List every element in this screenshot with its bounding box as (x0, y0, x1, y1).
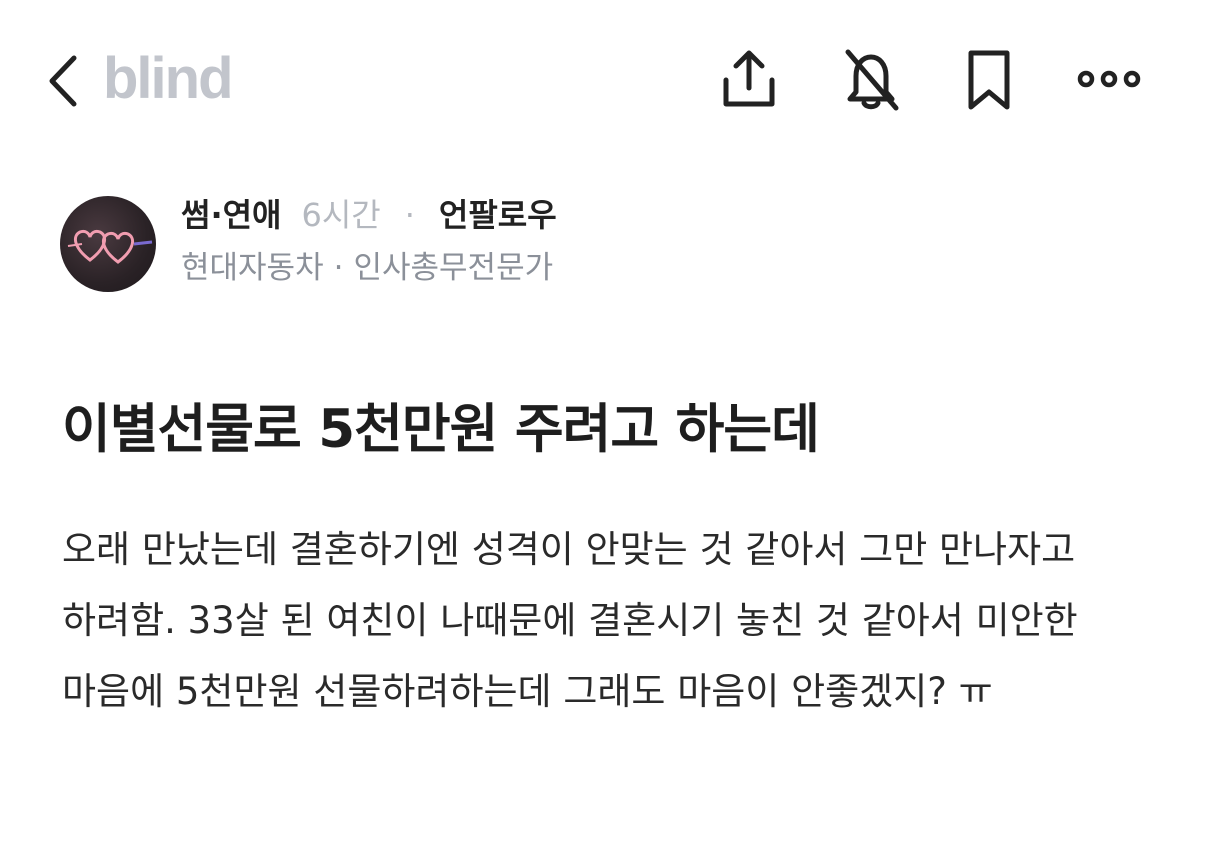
post-body: 오래 만났는데 결혼하기엔 성격이 안맞는 것 같아서 그만 만나자고 하려함.… (62, 528, 1078, 713)
post-meta-line: 썸·연애 6시간 · 언팔로우 (181, 190, 557, 240)
more-horizontal-icon[interactable] (1076, 44, 1142, 114)
meta-separator: · (404, 196, 415, 234)
board-name-link[interactable]: 썸·연애 (181, 196, 281, 234)
bookmark-icon[interactable] (956, 44, 1022, 114)
unfollow-button[interactable]: 언팔로우 (439, 196, 557, 234)
post-title: 이별선물로 5천만원 주려고 하는데 (62, 399, 820, 460)
share-icon[interactable] (716, 44, 782, 114)
blind-logo: blind (103, 46, 234, 111)
bell-off-icon[interactable] (838, 44, 904, 114)
board-avatar[interactable] (60, 196, 156, 292)
post-time: 6시간 (301, 196, 381, 234)
back-chevron-icon[interactable] (40, 52, 84, 110)
top-navigation-bar: blind (0, 0, 1206, 160)
author-job: 인사총무전문가 (353, 250, 554, 286)
post-author-section: 썸·연애 6시간 · 언팔로우 현대자동차 · 인사총무전문가 (0, 190, 1206, 300)
author-info-line: 현대자동차 · 인사총무전문가 (181, 244, 553, 292)
author-info-separator: · (333, 250, 344, 286)
author-company: 현대자동차 (181, 250, 324, 286)
heart-glasses-icon (67, 229, 153, 264)
